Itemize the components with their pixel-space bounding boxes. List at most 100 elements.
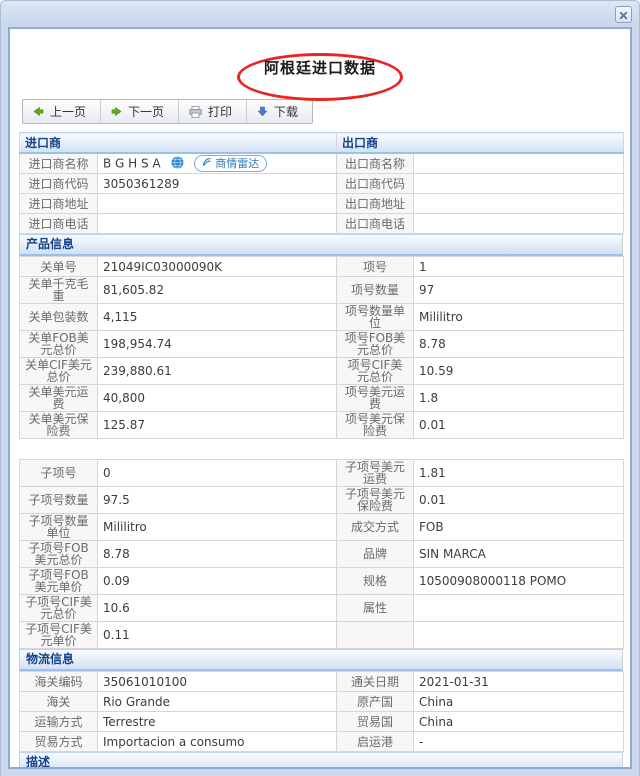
field-value: SIN MARCA [413,540,624,568]
business-radar-badge[interactable]: 商情雷达 [194,155,268,172]
field-label: 关单号 [19,256,98,277]
field-label: 进口商地址 [19,193,98,214]
close-button[interactable] [615,6,632,23]
field-label: 贸易方式 [19,731,98,752]
field-label: 子项号美元保险费 [336,486,414,514]
field-label: 进口商代码 [19,173,98,194]
dialog-window: 阿根廷进口数据 上一页 下一页 打印 下载 进口商 出口商 进口商名称 B G … [0,0,640,776]
field-value [413,173,625,194]
download-button[interactable]: 下载 [247,100,312,123]
field-label: 通关日期 [336,671,414,692]
field-value: 10.59 [413,357,624,385]
table-row: 子项号CIF美元总价 10.6 属性 [19,594,624,622]
field-label: 子项号数量 [19,486,98,514]
section-header-row: 进口商 出口商 [18,132,625,154]
importer-name: B G H S A [103,156,161,171]
field-value: 1 [413,256,624,277]
table-row: 进口商电话 出口商电话 [19,213,625,234]
next-page-label: 下一页 [128,105,165,119]
arrow-right-icon [111,106,122,117]
exporter-section-header: 出口商 [336,132,625,154]
field-value: 198,954.74 [97,330,337,358]
field-label: 子项号美元运费 [336,459,414,487]
field-value: Mililitro [97,513,337,541]
field-value [413,152,625,174]
field-value: 2021-01-31 [413,671,624,692]
dialog-title-bar [1,1,639,26]
field-label: 关单CIF美元总价 [19,357,98,385]
field-value: 97.5 [97,486,337,514]
table-row: 关单CIF美元总价 239,880.61 项号CIF美元总价 10.59 [19,357,624,385]
field-value: 40,800 [97,384,337,412]
table-row: 子项号 0 子项号美元运费 1.81 [19,459,624,487]
print-label: 打印 [208,105,233,119]
download-label: 下载 [274,105,299,119]
field-value: 0.01 [413,411,624,439]
field-label: 出口商地址 [336,193,415,214]
field-value: Rio Grande [97,691,337,712]
prev-page-label: 上一页 [50,105,87,119]
field-value: 81,605.82 [97,276,337,304]
table-row: 子项号FOB美元总价 8.78 品牌 SIN MARCA [19,540,624,568]
table-row: 海关编码 35061010100 通关日期 2021-01-31 [19,671,624,692]
field-value: China [413,691,624,712]
field-label: 子项号数量单位 [19,513,98,541]
field-value [413,193,625,214]
field-label: 属性 [336,594,414,622]
field-value [413,621,624,649]
product-table-b: 子项号 0 子项号美元运费 1.81 子项号数量 97.5 子项号美元保险费 0… [19,459,624,649]
field-label: 出口商名称 [336,152,415,174]
field-value: China [413,711,624,732]
field-value: FOB [413,513,624,541]
field-label: 品牌 [336,540,414,568]
field-value: 10500908000118 POMO [413,567,624,595]
field-label: 项号 [336,256,414,277]
field-label: 关单FOB美元总价 [19,330,98,358]
table-row: 关单包装数 4,115 项号数量单位 Mililitro [19,303,624,331]
field-label: 出口商代码 [336,173,415,194]
importer-name-cell: B G H S A 商情雷达 [96,152,338,174]
field-value: 0.09 [97,567,337,595]
printer-icon [189,105,202,118]
next-page-button[interactable]: 下一页 [101,100,180,123]
field-label [336,621,414,649]
field-label: 规格 [336,567,414,595]
field-label: 项号数量单位 [336,303,414,331]
field-value [413,594,624,622]
field-label: 子项号CIF美元总价 [19,594,98,622]
field-value: 0.11 [97,621,337,649]
product-section-header: 产品信息 [19,234,623,256]
field-label: 子项号 [19,459,98,487]
field-label: 子项号CIF美元单价 [19,621,98,649]
field-value [96,213,338,234]
field-value: 1.81 [413,459,624,487]
field-value: 35061010100 [97,671,337,692]
field-label: 运输方式 [19,711,98,732]
product-table-a: 关单号 21049IC03000090K 项号 1 关单千克毛重 81,605.… [19,256,624,439]
toolbar: 上一页 下一页 打印 下载 [22,99,314,124]
field-label: 进口商电话 [19,213,98,234]
table-row: 子项号数量 97.5 子项号美元保险费 0.01 [19,486,624,514]
field-label: 关单美元运费 [19,384,98,412]
prev-page-button[interactable]: 上一页 [23,100,102,123]
field-value: 239,880.61 [97,357,337,385]
table-row: 关单号 21049IC03000090K 项号 1 [19,256,624,277]
table-row: 关单美元运费 40,800 项号美元运费 1.8 [19,384,624,412]
field-value: - [413,731,624,752]
table-row: 关单美元保险费 125.87 项号美元保险费 0.01 [19,411,624,439]
globe-icon[interactable] [171,156,184,171]
title-area: 阿根廷进口数据 [10,29,630,101]
field-label: 项号CIF美元总价 [336,357,414,385]
field-label: 子项号FOB美元单价 [19,567,98,595]
logistics-table: 海关编码 35061010100 通关日期 2021-01-31 海关 Rio … [19,671,624,752]
description-section-header: 描述 [19,752,623,767]
field-label: 项号FOB美元总价 [336,330,414,358]
print-button[interactable]: 打印 [179,100,248,123]
table-row: 贸易方式 Importacion a consumo 启运港 - [19,731,624,752]
page-title: 阿根廷进口数据 [263,59,376,77]
field-label: 出口商电话 [336,213,415,234]
field-label: 项号美元运费 [336,384,414,412]
field-value: 4,115 [97,303,337,331]
field-label: 成交方式 [336,513,414,541]
